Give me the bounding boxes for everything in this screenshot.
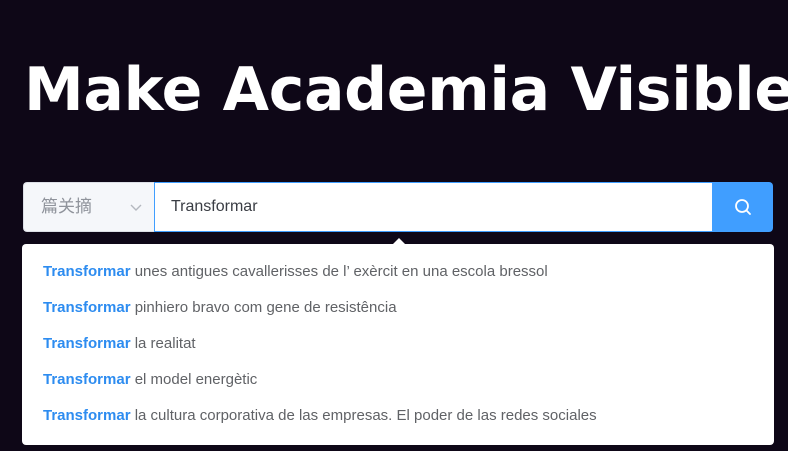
suggestion-dropdown: Transformar unes antigues cavallerisses …: [22, 244, 774, 445]
suggestion-rest-text: unes antigues cavallerisses de l’ exèrci…: [130, 263, 548, 280]
suggestion-item[interactable]: Transformar unes antigues cavallerisses …: [22, 254, 774, 290]
suggestion-rest-text: la realitat: [130, 335, 196, 352]
suggestion-rest-text: la cultura corporativa de las empresas. …: [130, 407, 597, 424]
suggestion-match-text: Transformar: [43, 407, 131, 424]
hero-title: Make Academia Visible: [24, 55, 788, 125]
chevron-down-icon: [130, 204, 142, 211]
search-bar: 篇关摘: [23, 182, 773, 232]
search-field-select-value: 篇关摘: [41, 197, 92, 217]
search-icon: [735, 199, 751, 215]
suggestion-match-text: Transformar: [43, 335, 131, 352]
search-field-select[interactable]: 篇关摘: [23, 182, 155, 232]
suggestion-match-text: Transformar: [43, 371, 131, 388]
suggestion-item[interactable]: Transformar pinhiero bravo com gene de r…: [22, 290, 774, 326]
search-input[interactable]: [154, 182, 713, 232]
suggestion-item[interactable]: Transformar el model energètic: [22, 362, 774, 398]
search-button[interactable]: [713, 182, 773, 232]
suggestion-rest-text: el model energètic: [130, 371, 258, 388]
suggestion-item[interactable]: Transformar la cultura corporativa de la…: [22, 398, 774, 434]
suggestion-rest-text: pinhiero bravo com gene de resistência: [130, 299, 397, 316]
suggestion-match-text: Transformar: [43, 263, 131, 280]
suggestion-item[interactable]: Transformar la realitat: [22, 326, 774, 362]
suggestion-match-text: Transformar: [43, 299, 131, 316]
